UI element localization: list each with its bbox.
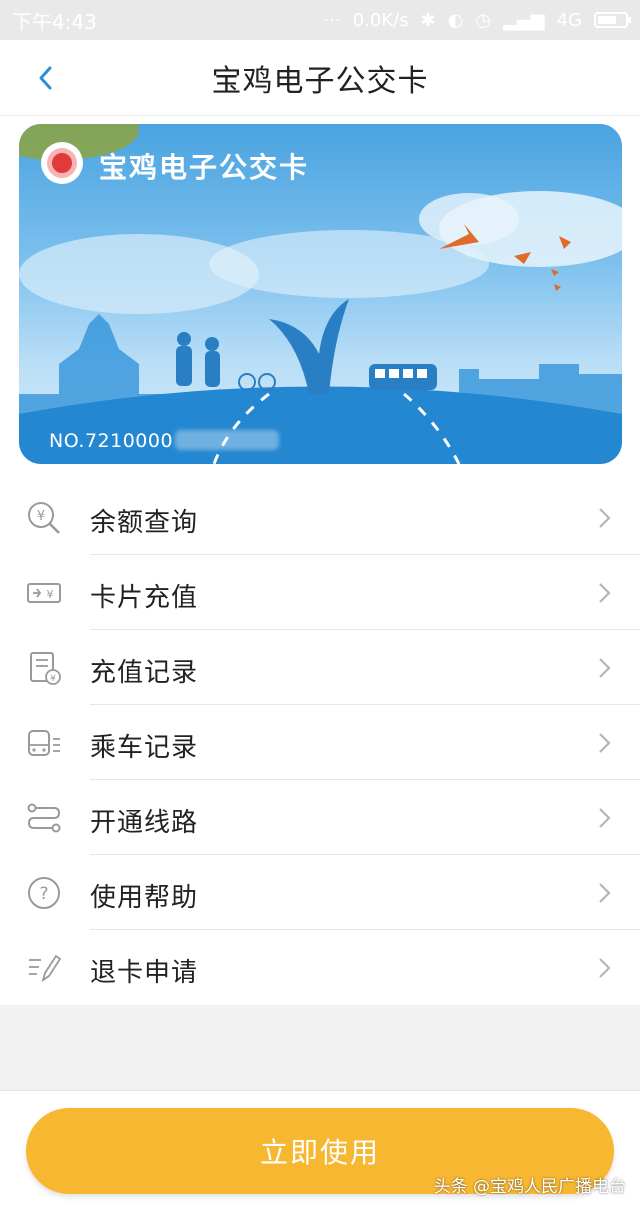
bus-card[interactable]: 宝鸡电子公交卡 NO.7210000 <box>19 124 622 464</box>
recharge-record-icon: ¥ <box>26 650 62 686</box>
menu-item-label: 使用帮助 <box>90 883 199 913</box>
menu-item-refund[interactable]: 退卡申请 <box>0 930 640 1005</box>
watermark: 头条 @宝鸡人民广播电台 <box>433 1177 626 1197</box>
menu-item-label: 退卡申请 <box>90 958 199 988</box>
yuan-search-icon: ¥ <box>26 500 62 536</box>
chevron-right-icon <box>599 958 611 978</box>
chevron-right-icon <box>599 658 611 678</box>
menu-item-balance[interactable]: ¥ 余额查询 <box>0 480 640 555</box>
baoji-logo <box>41 142 83 184</box>
card-area: 宝鸡电子公交卡 NO.7210000 <box>0 116 640 480</box>
chevron-right-icon <box>599 733 611 753</box>
svg-text:¥: ¥ <box>50 674 56 684</box>
menu-item-label: 充值记录 <box>90 658 199 688</box>
menu-item-ride-record[interactable]: 乘车记录 <box>0 705 640 780</box>
page-title: 宝鸡电子公交卡 <box>211 63 429 99</box>
menu-item-help[interactable]: ? 使用帮助 <box>0 855 640 930</box>
svg-text:¥: ¥ <box>37 509 45 524</box>
status-bar: 下午4:43 ··· 0.0K/s ✱ ◐ ◷ ▂▄▆ 4G <box>0 0 640 40</box>
chevron-left-icon <box>39 66 52 90</box>
chevron-right-icon <box>599 508 611 528</box>
menu-item-routes[interactable]: 开通线路 <box>0 780 640 855</box>
chevron-right-icon <box>599 808 611 828</box>
card-recharge-icon: ¥ <box>26 575 62 611</box>
status-indicators: ··· 0.0K/s ✱ ◐ ◷ ▂▄▆ 4G <box>323 9 631 31</box>
svg-text:?: ? <box>39 884 48 904</box>
more-dots-icon: ··· <box>323 9 341 31</box>
back-button[interactable] <box>28 60 64 96</box>
route-icon <box>26 800 62 836</box>
menu-item-recharge-record[interactable]: ¥ 充值记录 <box>0 630 640 705</box>
status-time: 下午4:43 <box>12 9 97 34</box>
menu-item-recharge[interactable]: ¥ 卡片充值 <box>0 555 640 630</box>
nav-bar: 宝鸡电子公交卡 <box>0 40 640 116</box>
menu-item-label: 开通线路 <box>90 808 199 838</box>
card-number: NO.7210000 <box>49 430 174 452</box>
card-title: 宝鸡电子公交卡 <box>99 151 310 184</box>
chevron-right-icon <box>599 883 611 903</box>
service-menu: ¥ 余额查询 ¥ 卡片充值 ¥ 充值记录 乘车记录 开通线路 ? 使用帮助 退卡… <box>0 480 640 1005</box>
svg-text:¥: ¥ <box>47 588 54 601</box>
help-icon: ? <box>26 875 62 911</box>
toggle-icon: ◐ <box>447 9 464 31</box>
signal-icon: ▂▄▆ <box>503 9 545 31</box>
menu-item-label: 乘车记录 <box>90 733 199 763</box>
menu-item-label: 余额查询 <box>90 508 199 538</box>
bluetooth-icon: ✱ <box>420 9 436 31</box>
refund-edit-icon <box>26 950 62 986</box>
blurred-number-mask <box>175 430 279 450</box>
battery-icon <box>594 12 631 28</box>
menu-item-label: 卡片充值 <box>90 583 199 613</box>
bus-record-icon <box>26 725 62 761</box>
network-speed: 0.0K/s <box>352 9 409 31</box>
alarm-icon: ◷ <box>475 9 492 31</box>
chevron-right-icon <box>599 583 611 603</box>
network-type: 4G <box>556 9 582 31</box>
